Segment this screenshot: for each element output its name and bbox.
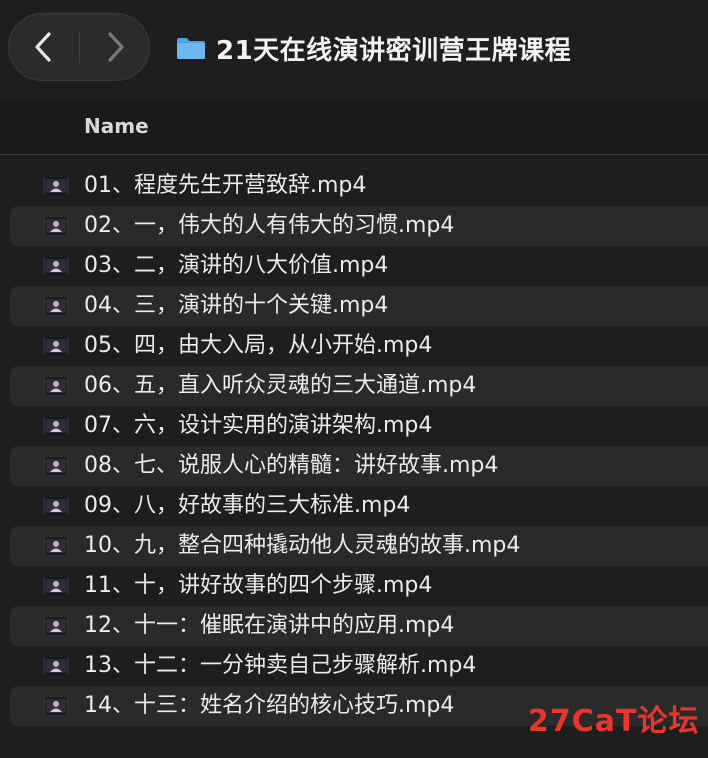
window-title-area: 21天在线演讲密训营王牌课程 — [176, 28, 571, 68]
file-name: 09、八，好故事的三大标准.mp4 — [84, 493, 411, 518]
watermark: 27CaT论坛 — [528, 704, 700, 739]
video-file-icon — [43, 377, 69, 395]
file-row[interactable]: 08、七、说服人心的精髓：讲好故事.mp4 — [0, 446, 708, 486]
file-list: 01、程度先生开营致辞.mp4 02、一，伟大的人有伟大的习惯.mp4 03、二… — [0, 166, 708, 726]
file-name: 08、七、说服人心的精髓：讲好故事.mp4 — [84, 453, 499, 478]
back-button[interactable] — [9, 14, 79, 80]
video-file-icon — [43, 537, 69, 555]
file-row[interactable]: 10、九，整合四种撬动他人灵魂的故事.mp4 — [0, 526, 708, 566]
video-file-icon — [43, 617, 69, 635]
video-file-icon — [43, 297, 69, 315]
file-name: 01、程度先生开营致辞.mp4 — [84, 173, 367, 198]
file-row[interactable]: 05、四，由大入局，从小开始.mp4 — [0, 326, 708, 366]
file-row[interactable]: 09、八，好故事的三大标准.mp4 — [0, 486, 708, 526]
nav-button-group — [8, 13, 150, 81]
file-name: 03、二，演讲的八大价值.mp4 — [84, 253, 389, 278]
video-file-icon — [43, 417, 69, 435]
column-header-name[interactable]: Name — [84, 114, 149, 138]
file-name: 13、十二：一分钟卖自己步骤解析.mp4 — [84, 653, 477, 678]
video-file-icon — [43, 177, 69, 195]
file-row[interactable]: 02、一，伟大的人有伟大的习惯.mp4 — [0, 206, 708, 246]
video-file-icon — [43, 337, 69, 355]
file-row[interactable]: 11、十，讲好故事的四个步骤.mp4 — [0, 566, 708, 606]
file-row[interactable]: 12、十一：催眠在演讲中的应用.mp4 — [0, 606, 708, 646]
list-header: Name — [0, 98, 708, 155]
folder-icon — [177, 38, 205, 59]
file-row[interactable]: 13、十二：一分钟卖自己步骤解析.mp4 — [0, 646, 708, 686]
forward-button[interactable] — [80, 14, 150, 80]
file-name: 10、九，整合四种撬动他人灵魂的故事.mp4 — [84, 533, 521, 558]
file-row[interactable]: 07、六，设计实用的演讲架构.mp4 — [0, 406, 708, 446]
toolbar: 21天在线演讲密训营王牌课程 — [0, 0, 708, 98]
file-row[interactable]: 01、程度先生开营致辞.mp4 — [0, 166, 708, 206]
file-name: 02、一，伟大的人有伟大的习惯.mp4 — [84, 213, 455, 238]
video-file-icon — [43, 217, 69, 235]
file-row[interactable]: 04、三，演讲的十个关键.mp4 — [0, 286, 708, 326]
file-name: 05、四，由大入局，从小开始.mp4 — [84, 333, 433, 358]
window-title: 21天在线演讲密训营王牌课程 — [216, 35, 572, 66]
file-row[interactable]: 06、五，直入听众灵魂的三大通道.mp4 — [0, 366, 708, 406]
file-name: 04、三，演讲的十个关键.mp4 — [84, 293, 389, 318]
file-row[interactable]: 03、二，演讲的八大价值.mp4 — [0, 246, 708, 286]
video-file-icon — [43, 257, 69, 275]
video-file-icon — [43, 497, 69, 515]
file-name: 12、十一：催眠在演讲中的应用.mp4 — [84, 613, 455, 638]
file-name: 06、五，直入听众灵魂的三大通道.mp4 — [84, 373, 477, 398]
chevron-left-icon — [35, 32, 51, 62]
file-name: 07、六，设计实用的演讲架构.mp4 — [84, 413, 433, 438]
video-file-icon — [43, 697, 69, 715]
video-file-icon — [43, 657, 69, 675]
chevron-right-icon — [108, 32, 124, 62]
file-name: 14、十三：姓名介绍的核心技巧.mp4 — [84, 693, 455, 718]
file-name: 11、十，讲好故事的四个步骤.mp4 — [84, 573, 433, 598]
video-file-icon — [43, 457, 69, 475]
video-file-icon — [43, 577, 69, 595]
